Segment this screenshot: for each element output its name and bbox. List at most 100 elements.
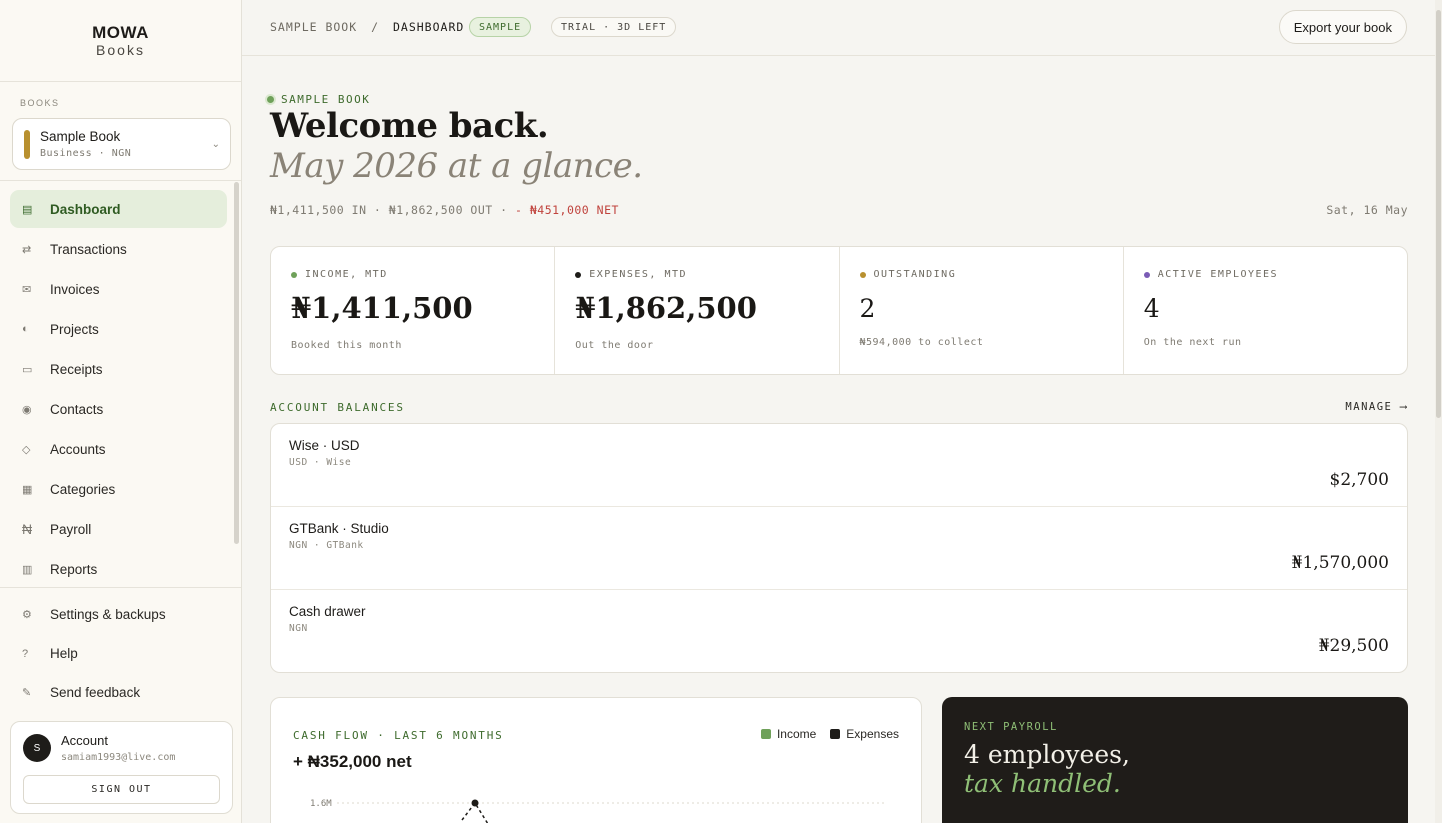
status-dot (859, 271, 866, 278)
stat-value: 4 (1143, 294, 1160, 323)
sidebar-item-label: Settings & backups (50, 607, 166, 622)
account-meta: NGN (289, 623, 308, 634)
account-meta: NGN · GTBank (289, 540, 364, 551)
account-balance: ₦1,570,000 (1291, 553, 1389, 573)
stat-sub: ₦594,000 to collect (859, 337, 984, 348)
sidebar-item-label: Transactions (50, 241, 127, 257)
next-payroll-card[interactable]: NEXT PAYROLL 4 employees, tax handled. (942, 697, 1408, 823)
stat-label-text: EXPENSES, MTD (589, 269, 688, 280)
stat-label-text: INCOME, MTD (305, 269, 388, 280)
brand-sub: Books (96, 41, 145, 58)
sample-badge: SAMPLE (469, 17, 532, 37)
accounts-icon: ◇ (22, 443, 31, 456)
balance-row[interactable]: Cash drawer NGN ₦29,500 (271, 590, 1407, 673)
reports-icon: ▥ (22, 563, 33, 576)
stat-label: OUTSTANDING (859, 269, 957, 280)
account-balances: Wise · USD USD · Wise $2,700 GTBank · St… (270, 423, 1408, 673)
stat-sub: On the next run (1143, 337, 1242, 348)
trial-badge[interactable]: TRIAL · 3D LEFT (551, 17, 677, 37)
stat-label: ACTIVE EMPLOYEES (1143, 269, 1278, 280)
legend-expenses[interactable]: Expenses (830, 727, 899, 741)
main-nav: ▤ Dashboard ⇄ Transactions ✉ Invoices ◐ … (10, 190, 227, 590)
stat-sub: Booked this month (291, 340, 402, 351)
gear-icon: ⚙ (22, 609, 32, 621)
sidebar-item-accounts[interactable]: ◇ Accounts (10, 430, 227, 468)
cash-flow-chart: 1.6M (310, 799, 885, 823)
book-meta: Business · NGN (40, 148, 132, 159)
status-dot (267, 96, 274, 103)
breadcrumb-book[interactable]: SAMPLE BOOK (270, 20, 357, 34)
stat-employees[interactable]: ACTIVE EMPLOYEES 4 On the next run (1124, 247, 1407, 374)
account-email: samiam1993@live.com (61, 752, 176, 763)
page-scroll-thumb[interactable] (1436, 10, 1441, 418)
y-tick-label: 1.6M (310, 799, 332, 809)
topbar: SAMPLE BOOK / DASHBOARD SAMPLE TRIAL · 3… (242, 0, 1435, 56)
sign-out-button[interactable]: SIGN OUT (23, 775, 220, 804)
month-summary: ₦1,411,500 IN · ₦1,862,500 OUT · - ₦451,… (270, 203, 619, 217)
envelope-icon: ✉ (22, 283, 32, 296)
sidebar-item-dashboard[interactable]: ▤ Dashboard (10, 190, 227, 228)
transactions-icon: ⇄ (22, 243, 32, 256)
chevron-down-icon: ⌄ (211, 139, 220, 150)
balance-row[interactable]: Wise · USD USD · Wise $2,700 (271, 424, 1407, 507)
sidebar-item-label: Categories (50, 481, 116, 497)
divider (0, 180, 241, 181)
payroll-headline-italic: tax handled. (964, 769, 1121, 798)
stat-value: ₦1,862,500 (575, 291, 757, 325)
cash-flow-title: CASH FLOW · LAST 6 MONTHS (293, 729, 504, 742)
projects-icon: ◐ (22, 323, 29, 335)
balance-row[interactable]: GTBank · Studio NGN · GTBank ₦1,570,000 (271, 507, 1407, 590)
stat-value: ₦1,411,500 (291, 291, 473, 325)
sidebar-item-help[interactable]: ? Help (10, 635, 227, 672)
page-scrollbar[interactable] (1435, 0, 1442, 823)
export-book-button[interactable]: Export your book (1278, 10, 1407, 44)
stat-income[interactable]: INCOME, MTD ₦1,411,500 Booked this month (271, 247, 556, 374)
status-dot (291, 271, 297, 278)
sidebar-scrollbar[interactable] (234, 182, 239, 544)
sidebar-item-categories[interactable]: ▦ Categories (10, 470, 227, 508)
sidebar: MOWA Books BOOKS Sample Book Business · … (0, 0, 242, 823)
stat-sub: Out the door (575, 340, 654, 351)
current-date: Sat, 16 May (1326, 203, 1408, 217)
legend-label: Expenses (846, 727, 899, 741)
sidebar-item-label: Accounts (50, 441, 106, 457)
payroll-label: NEXT PAYROLL (964, 721, 1058, 733)
sidebar-item-settings[interactable]: ⚙ Settings & backups (10, 596, 227, 633)
breadcrumb-page: DASHBOARD (392, 20, 465, 34)
sidebar-item-payroll[interactable]: ₦ Payroll (10, 510, 227, 548)
books-label: BOOKS (20, 98, 60, 108)
legend-income[interactable]: Income (760, 727, 816, 741)
brand-name: MOWA (92, 22, 149, 42)
expenses-point[interactable] (471, 799, 479, 807)
cash-flow-net: + ₦352,000 net (293, 752, 412, 771)
payroll-headline: 4 employees, (964, 740, 1130, 769)
stat-expenses[interactable]: EXPENSES, MTD ₦1,862,500 Out the door (555, 247, 840, 374)
avatar[interactable]: S (23, 734, 51, 762)
sidebar-item-label: Payroll (50, 521, 92, 537)
account-name: Cash drawer (289, 604, 366, 619)
breadcrumb: SAMPLE BOOK / DASHBOARD (270, 20, 464, 34)
status-dot (575, 271, 582, 278)
receipt-icon: ▭ (22, 363, 33, 376)
stat-outstanding[interactable]: OUTSTANDING 2 ₦594,000 to collect (840, 247, 1124, 374)
sidebar-item-feedback[interactable]: ✎ Send feedback (10, 674, 227, 711)
sidebar-item-transactions[interactable]: ⇄ Transactions (10, 230, 227, 268)
sidebar-item-reports[interactable]: ▥ Reports (10, 550, 227, 588)
dashboard-icon: ▤ (22, 203, 33, 216)
sidebar-item-contacts[interactable]: ◉ Contacts (10, 390, 227, 428)
sidebar-item-label: Reports (50, 561, 98, 577)
brand-logo[interactable]: MOWA Books (0, 0, 241, 82)
account-balance: $2,700 (1329, 470, 1389, 490)
contacts-icon: ◉ (22, 403, 32, 416)
sidebar-item-label: Receipts (50, 361, 103, 377)
account-balance: ₦29,500 (1318, 636, 1389, 656)
book-selector[interactable]: Sample Book Business · NGN ⌄ (12, 118, 231, 170)
manage-accounts-link[interactable]: MANAGE ⟶ (1345, 401, 1408, 413)
sidebar-item-invoices[interactable]: ✉ Invoices (10, 270, 227, 308)
breadcrumb-separator: / (371, 20, 380, 34)
stat-label: INCOME, MTD (291, 269, 388, 280)
sidebar-item-projects[interactable]: ◐ Projects (10, 310, 227, 348)
sidebar-item-label: Contacts (50, 401, 104, 417)
sidebar-item-receipts[interactable]: ▭ Receipts (10, 350, 227, 388)
page-subtitle: May 2026 at a glance. (270, 146, 643, 186)
